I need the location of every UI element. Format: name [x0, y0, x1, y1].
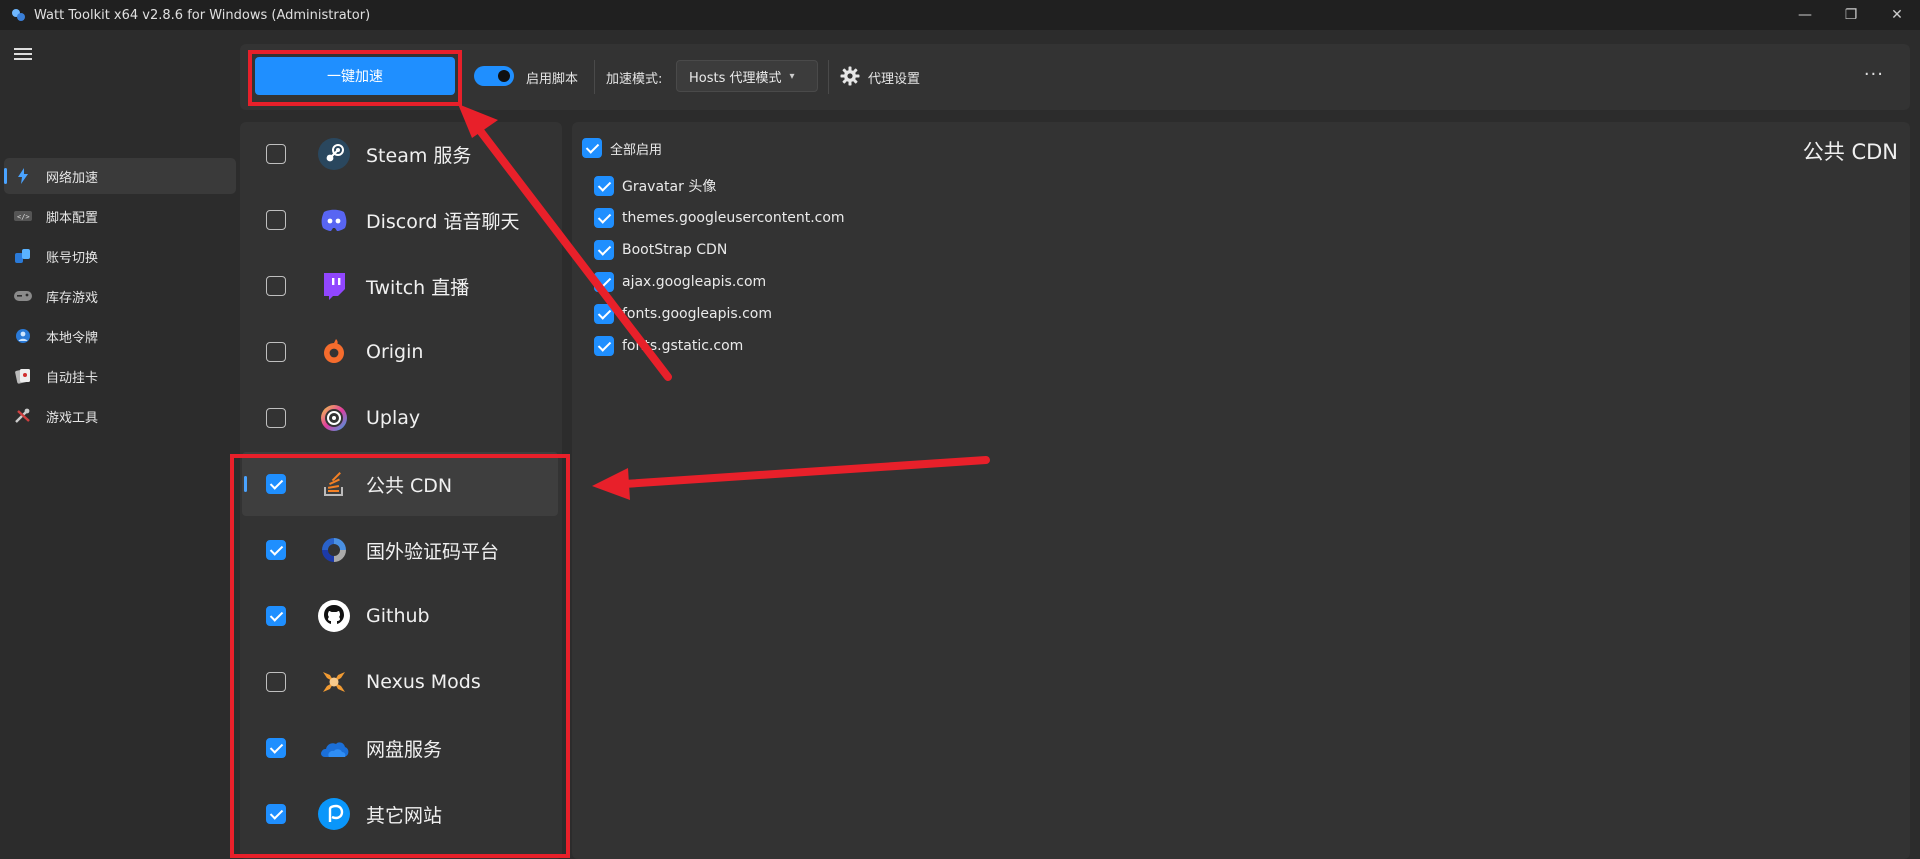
script-icon: </>	[14, 208, 32, 224]
enable-all-row[interactable]: 全部启用	[582, 138, 662, 158]
gamepad-icon	[14, 288, 32, 304]
gear-icon[interactable]	[840, 66, 860, 86]
domain-item[interactable]: fonts.googleapis.com	[594, 298, 845, 330]
service-checkbox[interactable]	[266, 276, 286, 296]
service-item-discord[interactable]: Discord 语音聊天	[242, 188, 558, 252]
sidebar-item-library-games[interactable]: 库存游戏	[4, 278, 236, 314]
sidebar-item-label: 账号切换	[46, 250, 99, 266]
account-switch-icon	[14, 248, 32, 264]
more-options-icon[interactable]: ···	[1864, 64, 1884, 85]
service-name: Uplay	[366, 407, 421, 429]
acceleration-mode-value: Hosts 代理模式	[689, 70, 782, 86]
sidebar-item-script-config[interactable]: </> 脚本配置	[4, 198, 236, 234]
domain-item[interactable]: Gravatar 头像	[594, 170, 845, 202]
origin-icon	[318, 336, 350, 368]
sidebar-item-game-tools[interactable]: 游戏工具	[4, 398, 236, 434]
window-title: Watt Toolkit x64 v2.8.6 for Windows (Adm…	[34, 7, 371, 23]
domain-checkbox[interactable]	[594, 176, 614, 196]
domain-list: Gravatar 头像 themes.googleusercontent.com…	[594, 170, 845, 362]
sidebar-item-label: 网络加速	[46, 170, 99, 186]
service-name: Steam 服务	[366, 144, 472, 167]
domain-item[interactable]: BootStrap CDN	[594, 234, 845, 266]
domain-checkbox[interactable]	[594, 304, 614, 324]
twitch-icon	[318, 270, 350, 302]
menu-icon[interactable]	[14, 48, 32, 62]
service-item-steam[interactable]: Steam 服务	[242, 122, 558, 186]
title-bar: Watt Toolkit x64 v2.8.6 for Windows (Adm…	[0, 0, 1920, 30]
detail-title: 公共 CDN	[1802, 140, 1898, 164]
uplay-icon	[318, 402, 350, 434]
domain-item[interactable]: ajax.googleapis.com	[594, 266, 845, 298]
domain-label: fonts.gstatic.com	[622, 338, 744, 354]
service-item-uplay[interactable]: Uplay	[242, 386, 558, 450]
toolbar-divider	[594, 60, 595, 94]
enable-script-toggle[interactable]	[474, 66, 514, 86]
service-detail-panel: 公共 CDN 全部启用 Gravatar 头像 themes.googleuse…	[572, 122, 1910, 859]
enable-script-label: 启用脚本	[526, 72, 579, 87]
tools-icon	[14, 408, 32, 424]
sidebar-nav: 网络加速 </> 脚本配置 账号切换 库存游戏 本地令牌 自动挂卡 游戏工具	[4, 158, 236, 438]
service-checkbox[interactable]	[266, 210, 286, 230]
service-checkbox[interactable]	[266, 342, 286, 362]
sidebar: 网络加速 </> 脚本配置 账号切换 库存游戏 本地令牌 自动挂卡 游戏工具	[0, 30, 240, 859]
service-item-twitch[interactable]: Twitch 直播	[242, 254, 558, 318]
domain-label: themes.googleusercontent.com	[622, 210, 845, 226]
domain-checkbox[interactable]	[594, 240, 614, 260]
sidebar-item-account-switch[interactable]: 账号切换	[4, 238, 236, 274]
service-name: Discord 语音聊天	[366, 210, 520, 233]
chevron-down-icon: ▾	[789, 70, 795, 82]
toolbar-divider	[828, 60, 829, 94]
sidebar-item-label: 脚本配置	[46, 210, 99, 226]
app-logo-icon	[10, 7, 26, 23]
cards-icon	[14, 368, 32, 384]
acceleration-mode-select[interactable]: Hosts 代理模式 ▾	[676, 60, 818, 92]
toolbar: 一键加速 启用脚本 加速模式: Hosts 代理模式 ▾ 代理设置 ···	[240, 44, 1910, 110]
proxy-settings-button[interactable]: 代理设置	[868, 68, 920, 87]
token-icon	[14, 328, 32, 344]
service-checkbox[interactable]	[266, 144, 286, 164]
sidebar-item-auto-idle-cards[interactable]: 自动挂卡	[4, 358, 236, 394]
sidebar-item-local-token[interactable]: 本地令牌	[4, 318, 236, 354]
domain-checkbox[interactable]	[594, 272, 614, 292]
sidebar-item-network-acceleration[interactable]: 网络加速	[4, 158, 236, 194]
domain-checkbox[interactable]	[594, 336, 614, 356]
lightning-icon	[14, 168, 32, 184]
service-name: Twitch 直播	[366, 276, 470, 299]
service-name: Origin	[366, 341, 424, 363]
steam-icon	[318, 138, 350, 170]
sidebar-item-label: 本地令牌	[46, 330, 99, 346]
domain-label: fonts.googleapis.com	[622, 306, 773, 322]
domain-item[interactable]: fonts.gstatic.com	[594, 330, 845, 362]
svg-text:</>: </>	[17, 213, 30, 221]
annotation-highlight-box	[230, 454, 570, 858]
close-button[interactable]: ✕	[1874, 0, 1920, 30]
domain-label: BootStrap CDN	[622, 242, 728, 258]
domain-label: ajax.googleapis.com	[622, 274, 767, 290]
domain-item[interactable]: themes.googleusercontent.com	[594, 202, 845, 234]
acceleration-mode-label: 加速模式:	[606, 72, 663, 87]
sidebar-item-label: 库存游戏	[46, 290, 99, 306]
window-controls: — ❐ ✕	[1782, 0, 1920, 30]
domain-checkbox[interactable]	[594, 208, 614, 228]
service-checkbox[interactable]	[266, 408, 286, 428]
enable-all-label: 全部启用	[610, 142, 663, 158]
service-item-origin[interactable]: Origin	[242, 320, 558, 384]
domain-label: Gravatar 头像	[622, 179, 717, 195]
minimize-button[interactable]: —	[1782, 0, 1828, 30]
restore-button[interactable]: ❐	[1828, 0, 1874, 30]
annotation-highlight-box	[248, 50, 462, 106]
sidebar-item-label: 游戏工具	[46, 410, 99, 426]
sidebar-item-label: 自动挂卡	[46, 370, 99, 386]
enable-all-checkbox[interactable]	[582, 138, 602, 158]
discord-icon	[318, 204, 350, 236]
